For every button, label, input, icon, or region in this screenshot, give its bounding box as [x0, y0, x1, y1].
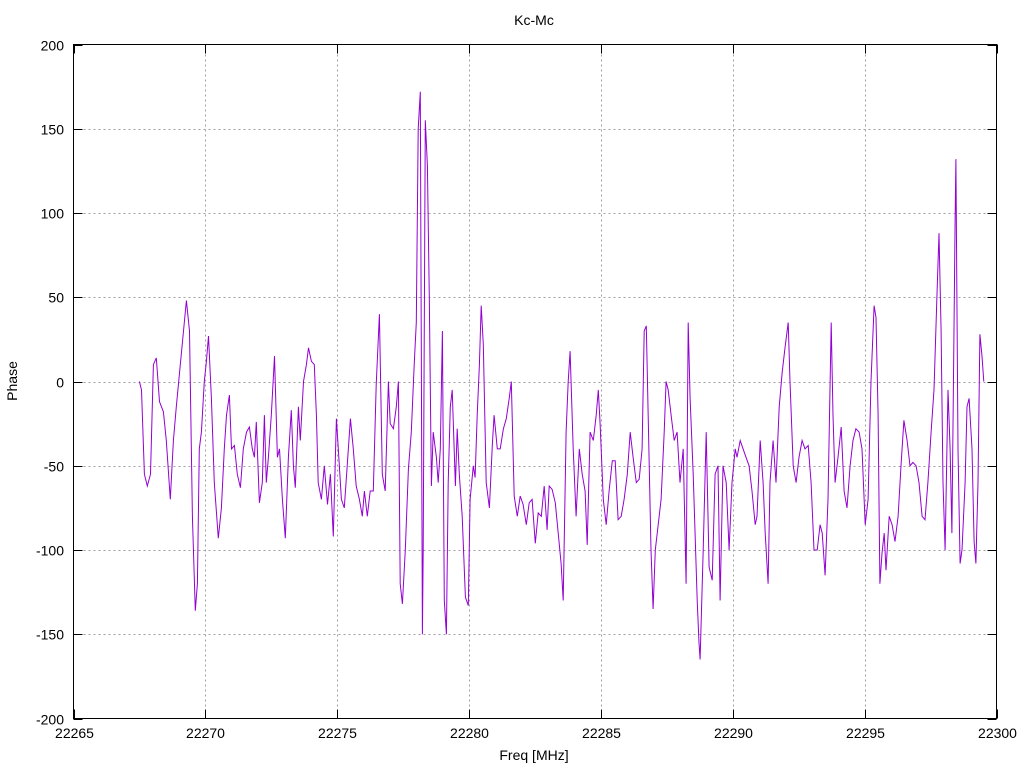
y-tick-label: 200: [41, 38, 65, 54]
grid-lines: [73, 44, 997, 719]
y-tick-label: 100: [41, 206, 65, 222]
x-tick-labels: 22265 22270 22275 22280 22285 22290 22295 22300: [55, 725, 1017, 741]
x-tick-label: 22295: [846, 725, 885, 741]
y-tick-labels: -200 -150 -100 -50 0 50 100 150 200: [36, 38, 64, 728]
series-line-kc-mc: [138, 91, 985, 660]
phase-chart: 22265 22270 22275 22280 22285 22290 22295 22300…: [4, 12, 1017, 763]
x-tick-label: 22300: [978, 725, 1017, 741]
x-tick-label: 22290: [714, 725, 753, 741]
y-tick-label: 0: [56, 375, 64, 391]
x-axis-label: Freq [MHz]: [499, 747, 568, 763]
y-tick-label: 50: [48, 290, 64, 306]
y-tick-label: -50: [44, 459, 64, 475]
y-tick-label: 150: [41, 122, 65, 138]
y-axis-label: Phase: [4, 361, 20, 401]
y-tick-label: -100: [36, 543, 64, 559]
x-tick-label: 22280: [450, 725, 489, 741]
x-tick-label: 22275: [318, 725, 357, 741]
x-tick-label: 22285: [582, 725, 621, 741]
plot-border: [73, 44, 997, 719]
chart-title: Kc-Mc: [514, 12, 554, 28]
y-tick-label: -200: [36, 712, 64, 728]
x-tick-label: 22270: [186, 725, 225, 741]
y-tick-label: -150: [36, 627, 64, 643]
